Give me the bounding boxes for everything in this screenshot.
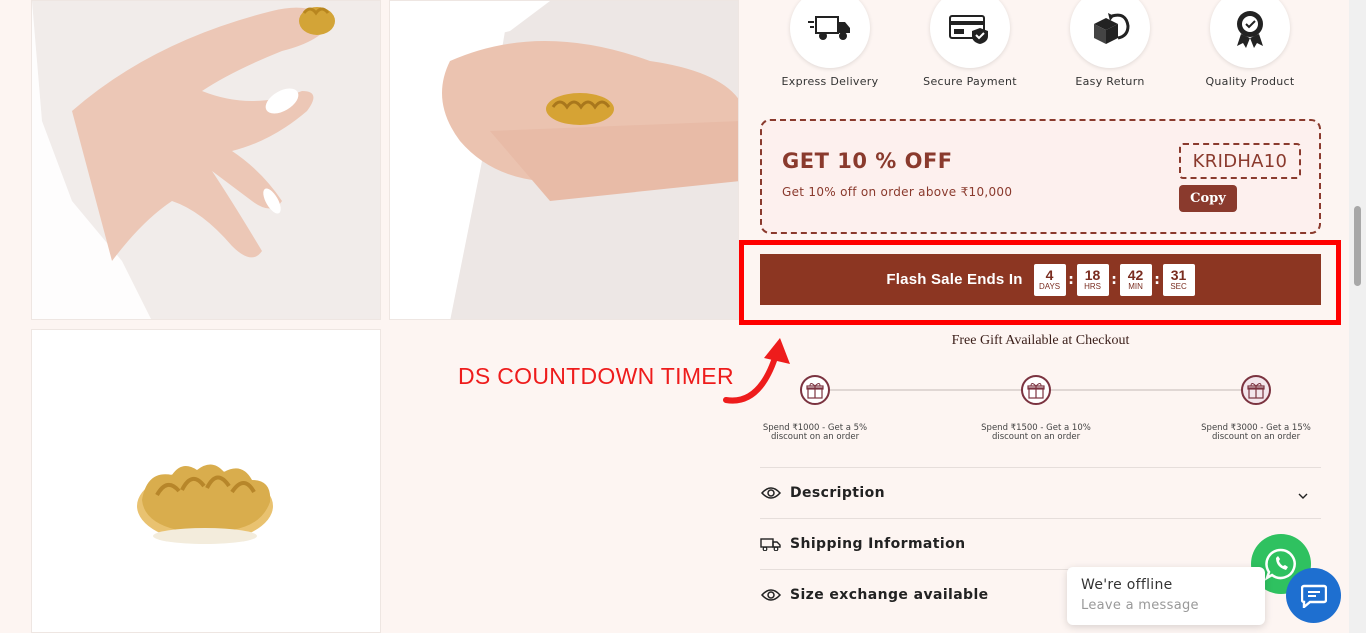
countdown-seconds-unit: SEC: [1170, 281, 1187, 291]
credit-card-shield-icon: [930, 0, 1010, 68]
gift-tier-text: Spend ₹3000 - Get a 15% discount on an o…: [1201, 423, 1311, 442]
countdown-separator: :: [1068, 271, 1074, 288]
feature-quality-product: Quality Product: [1180, 0, 1320, 88]
chat-button[interactable]: [1286, 568, 1341, 623]
feature-label: Secure Payment: [923, 75, 1017, 88]
scrollbar-track[interactable]: [1349, 0, 1366, 633]
countdown-minutes-unit: MIN: [1128, 281, 1143, 291]
product-image-hand-2[interactable]: [389, 0, 739, 320]
countdown-days-unit: DAYS: [1038, 281, 1061, 291]
countdown-minutes: 42 MIN: [1119, 263, 1152, 296]
accordion-label: Size exchange available: [790, 587, 989, 603]
copy-coupon-button[interactable]: Copy: [1179, 185, 1237, 212]
coupon-code: KRIDHA10: [1179, 143, 1301, 179]
chat-message-placeholder[interactable]: Leave a message: [1081, 598, 1251, 613]
feature-express-delivery: Express Delivery: [760, 0, 900, 88]
accordion-label: Description: [790, 485, 885, 501]
accordion-shipping[interactable]: Shipping Information: [760, 518, 1321, 569]
gift-icon: [1241, 375, 1271, 405]
feature-label: Quality Product: [1205, 75, 1295, 88]
free-gift-text: Free Gift Available at Checkout: [951, 333, 1130, 348]
countdown-days: 4 DAYS: [1033, 263, 1066, 296]
countdown-hours-value: 18: [1084, 266, 1101, 283]
flash-sale-countdown: Flash Sale Ends In 4 DAYS : 18 HRS : 42 …: [760, 254, 1321, 305]
coupon-subtitle: Get 10% off on order above ₹10,000: [782, 185, 1013, 199]
features-row: Express Delivery Secure Payment Easy Ret…: [760, 0, 1320, 100]
quality-badge-icon: [1210, 0, 1290, 68]
flash-sale-title: Flash Sale Ends In: [886, 271, 1023, 288]
eye-icon: [760, 584, 782, 606]
chat-offline-popup[interactable]: We're offline Leave a message: [1067, 567, 1265, 625]
chat-bubble-icon: [1300, 584, 1327, 608]
feature-label: Easy Return: [1075, 75, 1145, 88]
coupon-box: GET 10 % OFF Get 10% off on order above …: [760, 119, 1321, 234]
accordion-label: Shipping Information: [790, 536, 966, 552]
box-return-icon: [1070, 0, 1150, 68]
product-image-hand-1[interactable]: [31, 0, 381, 320]
coupon-title: GET 10 % OFF: [782, 149, 953, 173]
chat-status: We're offline: [1081, 577, 1173, 593]
annotation-arrow-icon: [723, 338, 790, 404]
countdown-minutes-value: 42: [1127, 266, 1144, 283]
countdown-days-value: 4: [1045, 266, 1054, 283]
feature-label: Express Delivery: [781, 75, 879, 88]
delivery-truck-icon: [790, 0, 870, 68]
countdown-separator: :: [1111, 271, 1117, 288]
annotation-label: DS COUNTDOWN TIMER: [458, 363, 734, 389]
accordion-description[interactable]: Description: [760, 467, 1321, 518]
gift-tier-text: Spend ₹1500 - Get a 10% discount on an o…: [981, 423, 1091, 442]
product-image-ring[interactable]: [31, 329, 381, 633]
gift-icon: [1021, 375, 1051, 405]
countdown-hours: 18 HRS: [1076, 263, 1109, 296]
eye-icon: [760, 482, 782, 504]
gift-icon: [800, 375, 830, 405]
scrollbar-thumb[interactable]: [1354, 206, 1361, 286]
feature-secure-payment: Secure Payment: [900, 0, 1040, 88]
truck-icon: [760, 533, 782, 555]
countdown-seconds: 31 SEC: [1162, 263, 1195, 296]
chevron-down-icon: [1297, 485, 1309, 504]
feature-easy-return: Easy Return: [1040, 0, 1180, 88]
countdown-separator: :: [1154, 271, 1160, 288]
countdown-hours-unit: HRS: [1084, 281, 1101, 291]
gift-tier-text: Spend ₹1000 - Get a 5% discount on an or…: [762, 423, 868, 442]
countdown-seconds-value: 31: [1170, 266, 1187, 283]
